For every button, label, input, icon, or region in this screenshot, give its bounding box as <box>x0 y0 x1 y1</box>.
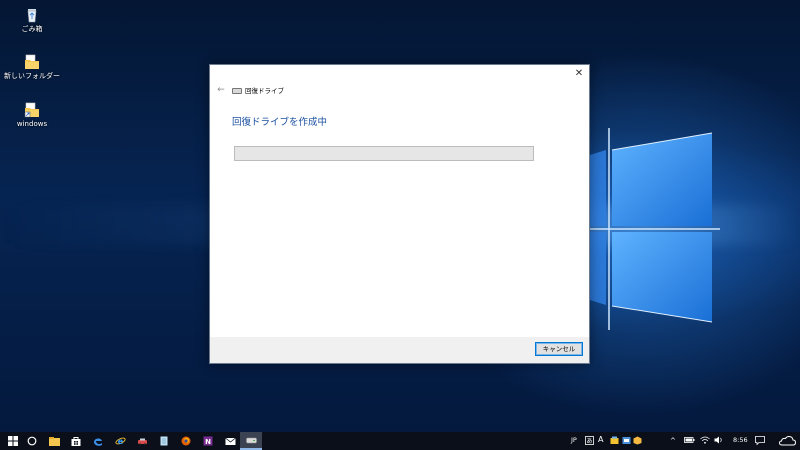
onenote-icon: N <box>203 436 213 446</box>
drive-icon <box>232 88 242 94</box>
dialog-heading: 回復ドライブを作成中 <box>232 117 328 128</box>
onedrive-icon[interactable] <box>778 434 796 447</box>
taskbar-onenote[interactable]: N <box>199 432 217 450</box>
taskbar-mail[interactable] <box>221 432 239 450</box>
show-hidden-icons-icon[interactable]: ^ <box>670 436 676 446</box>
folder-shortcut-icon <box>24 102 39 118</box>
taskbar-edge[interactable] <box>89 432 107 450</box>
taskbar-store[interactable] <box>67 432 85 450</box>
ime-mode-indicator[interactable]: A <box>598 435 603 444</box>
ime-tools-icon[interactable] <box>610 436 619 445</box>
firefox-icon <box>181 436 191 446</box>
ime-language-indicator[interactable]: JP <box>571 436 577 444</box>
volume-icon[interactable] <box>714 436 724 444</box>
app-icon <box>137 438 147 446</box>
desktop-icon-recycle-bin[interactable]: ごみ箱 <box>0 6 64 34</box>
svg-text:N: N <box>205 438 211 446</box>
taskbar: e N JP あ A ^ 8:56 <box>0 432 800 450</box>
cortana-icon <box>27 436 37 446</box>
taskbar-internet-explorer[interactable]: e <box>111 432 129 450</box>
svg-text:e: e <box>117 437 123 446</box>
dialog-footer: キャンセル <box>210 337 589 363</box>
battery-icon[interactable] <box>684 436 695 444</box>
dialog-title: 回復ドライブ <box>245 87 284 95</box>
store-icon <box>71 437 81 446</box>
taskbar-file-explorer[interactable] <box>45 432 63 450</box>
ime-help-icon[interactable] <box>633 436 642 445</box>
desktop-icon-label: ごみ箱 <box>21 25 43 33</box>
start-icon <box>8 436 18 446</box>
action-center-icon[interactable] <box>755 436 765 445</box>
desktop-icon-windows[interactable]: windows <box>0 101 64 129</box>
taskbar-firefox[interactable] <box>177 432 195 450</box>
mail-icon <box>224 437 236 445</box>
recycle-bin-icon <box>27 9 37 23</box>
recovery-drive-icon <box>245 437 257 443</box>
file-explorer-icon <box>48 437 60 446</box>
desktop-icon-label: 新しいフォルダー <box>4 72 60 80</box>
folder-icon <box>25 54 39 69</box>
recovery-drive-dialog: ✕ ← 回復ドライブ 回復ドライブを作成中 キャンセル <box>209 64 590 364</box>
start-button[interactable] <box>4 432 22 450</box>
wifi-icon[interactable] <box>700 436 710 444</box>
back-arrow-icon[interactable]: ← <box>215 84 227 96</box>
cancel-button[interactable]: キャンセル <box>535 342 583 356</box>
clock[interactable]: 8:56 <box>733 436 748 444</box>
edge-icon <box>94 438 102 446</box>
close-button[interactable]: ✕ <box>571 67 587 81</box>
taskbar-notepad[interactable] <box>155 432 173 450</box>
svg-text:あ: あ <box>586 438 592 445</box>
internet-explorer-icon: e <box>114 437 126 446</box>
notepad-icon <box>160 436 168 446</box>
taskbar-recovery-drive[interactable] <box>240 432 262 450</box>
ime-pad-icon[interactable]: あ <box>585 436 594 445</box>
desktop-icon-new-folder[interactable]: 新しいフォルダー <box>0 53 64 81</box>
cortana-button[interactable] <box>23 432 41 450</box>
ime-dictionary-icon[interactable] <box>622 436 631 445</box>
desktop-icon-label: windows <box>16 120 48 128</box>
progress-bar <box>234 146 534 161</box>
taskbar-app[interactable] <box>133 432 151 450</box>
